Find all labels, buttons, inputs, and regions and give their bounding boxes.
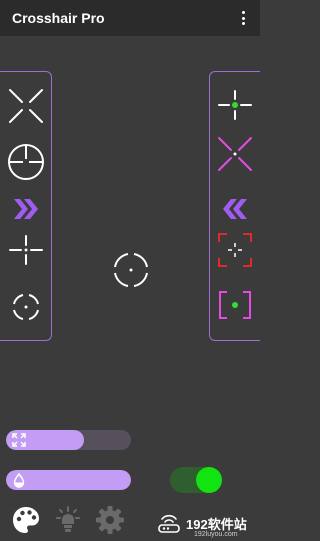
more-vert-icon[interactable]: [236, 7, 250, 29]
scope-circle-icon: [8, 144, 44, 180]
circle-ticks-icon: [13, 294, 39, 320]
app-bar: Crosshair Pro: [0, 0, 260, 36]
expand-icon: [11, 432, 27, 448]
size-slider[interactable]: [6, 430, 131, 450]
crosshair-option-corner-brackets-red[interactable]: [215, 230, 255, 270]
crosshair-option-gap-plus[interactable]: [6, 230, 46, 270]
crosshair-option-scope-circle[interactable]: [6, 142, 46, 182]
corner-brackets-red-icon: [218, 233, 252, 267]
circle-ticks-crosshair-icon: [114, 253, 148, 287]
double-chevron-right-icon: [14, 199, 38, 219]
right-crosshair-panel: [209, 71, 260, 341]
crosshair-option-double-chevron-right[interactable]: [6, 189, 46, 229]
x-cross-icon: [9, 89, 43, 123]
palette-icon[interactable]: [10, 504, 42, 536]
router-logo-icon: [154, 510, 184, 536]
brackets-magenta-dot-icon: [219, 291, 251, 319]
double-chevron-left-icon: [223, 199, 247, 219]
crosshair-option-circle-ticks[interactable]: [6, 287, 46, 327]
left-crosshair-panel: [0, 71, 52, 341]
crosshair-option-x-cross-magenta[interactable]: [215, 134, 255, 174]
settings-icon[interactable]: [94, 504, 126, 536]
crosshair-option-brackets-magenta-dot[interactable]: [215, 285, 255, 325]
watermark: 192软件站 192luyou.com: [154, 509, 260, 538]
watermark-url: 192luyou.com: [194, 531, 238, 538]
crosshair-option-x-cross[interactable]: [6, 86, 46, 126]
opacity-slider[interactable]: [6, 470, 131, 490]
water-drop-icon: [11, 472, 27, 488]
visibility-toggle[interactable]: [170, 467, 222, 493]
app-title: Crosshair Pro: [12, 10, 105, 26]
watermark-text: 192软件站: [186, 516, 247, 532]
gap-plus-icon: [9, 235, 43, 265]
preview-crosshair[interactable]: [111, 250, 151, 290]
x-cross-magenta-icon: [218, 137, 252, 171]
toggle-knob: [196, 467, 222, 493]
crosshair-option-gap-plus-green-dot[interactable]: [215, 85, 255, 125]
brightness-icon[interactable]: [52, 504, 84, 536]
gap-plus-dot-icon: [218, 90, 252, 120]
crosshair-option-double-chevron-left[interactable]: [215, 189, 255, 229]
